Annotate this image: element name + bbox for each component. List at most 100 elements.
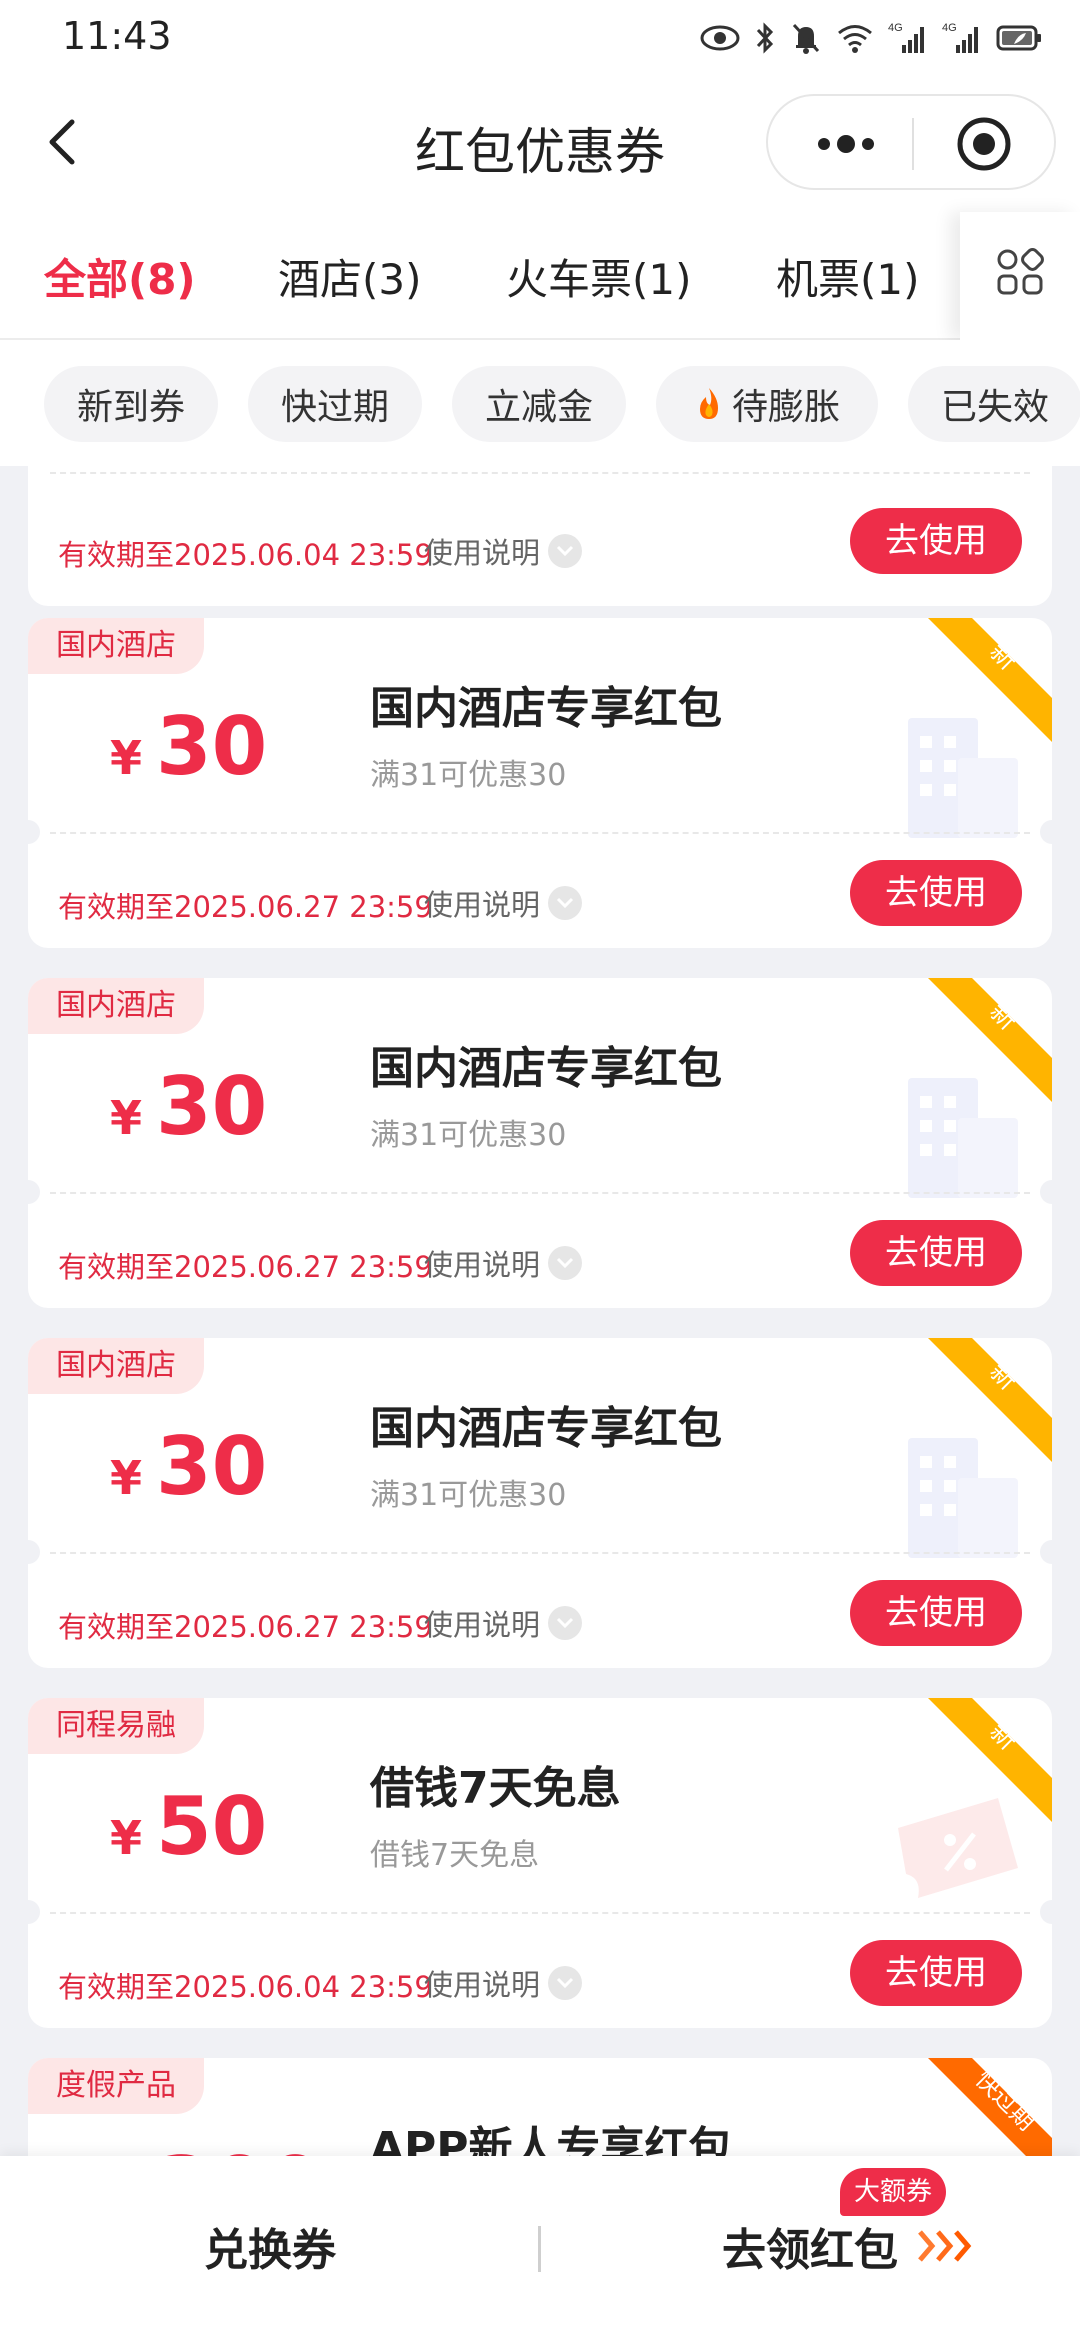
coupon-amount: ¥30 [110,700,267,793]
chevron-down-icon [548,886,583,920]
coupon-list: 有效期至2025.06.04 23:59 使用说明 去使用 国内酒店 ¥30 国… [0,466,1080,2156]
filter-chips: 新到券 快过期 立减金 待膨胀 已失效 [0,340,1080,466]
use-coupon-button[interactable]: 去使用 [850,1580,1022,1646]
card-divider [50,472,1030,474]
chip-expired[interactable]: 已失效 [908,366,1080,442]
amount-value: 300 [156,2140,323,2156]
coupon-condition: 满31可优惠30 [370,1478,567,1513]
chevron-down-icon [548,1606,583,1640]
coupon-expiry: 有效期至2025.06.27 23:59 [58,1250,433,1284]
usage-instructions[interactable]: 使用说明 [424,530,583,572]
amount-value: 30 [156,1060,268,1153]
use-coupon-button[interactable]: 去使用 [850,1220,1022,1286]
currency-symbol: ¥ [110,1811,143,1865]
coupon-category-tag: 同程易融 [28,1698,204,1754]
usage-instructions[interactable]: 使用说明 [424,882,583,924]
capsule-divider [912,118,914,170]
grid-icon [997,248,1044,295]
exchange-coupon-button[interactable]: 兑换券 [0,2214,540,2278]
coupon-amount: ¥30 [110,1420,267,1513]
coupon-condition: 借钱7天免息 [370,1838,540,1873]
miniprogram-capsule [766,94,1056,190]
coupon-category-tag: 度假产品 [28,2058,204,2114]
tab-flight[interactable]: 机票(1) [776,246,920,307]
category-tabs: 全部(8) 酒店(3) 火车票(1) 机票(1) [0,212,1080,340]
ribbon-new: 新 [928,618,1052,742]
coupon-category-tag: 国内酒店 [28,978,204,1034]
ribbon-new: 新 [928,1698,1052,1822]
coupon-card: 度假产品 ¥300 APP新人专享红包 快过期 [28,2058,1052,2156]
card-notch [1040,1540,1052,1564]
coupon-card: 国内酒店 ¥30 国内酒店专享红包 满31可优惠30 新 有效期至2025.06… [28,978,1052,1308]
svg-text:4G: 4G [888,22,903,34]
use-coupon-button[interactable]: 去使用 [850,1940,1022,2006]
card-notch [28,820,40,844]
coupon-amount: ¥50 [110,1780,267,1873]
chip-label: 快过期 [280,387,389,428]
bottom-divider [538,2226,541,2272]
svg-text:4G: 4G [942,22,957,34]
card-notch [1040,1900,1052,1924]
status-icons: 4G 4G [700,18,1042,58]
status-bar: 11:43 4G 4G [0,0,1080,72]
usage-instructions[interactable]: 使用说明 [424,1962,583,2004]
coupon-title: 借钱7天免息 [370,1763,621,1814]
bluetooth-icon [754,21,776,55]
chip-to-expand[interactable]: 待膨胀 [656,366,878,442]
get-red-packet-button[interactable]: 去领红包 [722,2214,898,2278]
usage-label: 使用说明 [424,888,541,922]
chip-label: 新到券 [76,387,185,428]
use-coupon-button[interactable]: 去使用 [850,508,1022,574]
chip-expiring[interactable]: 快过期 [248,366,422,442]
tab-train[interactable]: 火车票(1) [506,246,692,307]
usage-label: 使用说明 [424,1248,541,1282]
battery-icon [996,24,1042,52]
tab-hotel[interactable]: 酒店(3) [278,246,422,307]
coupon-category-tag: 国内酒店 [28,1338,204,1394]
card-notch [1040,1180,1052,1204]
currency-symbol: ¥ [110,731,143,785]
target-icon[interactable] [954,114,1014,174]
coupon-condition: 满31可优惠30 [370,1118,567,1153]
coupon-condition: 满31可优惠30 [370,758,567,793]
chip-label: 待膨胀 [731,387,840,428]
chip-label: 立减金 [484,387,593,428]
currency-symbol: ¥ [110,1451,143,1505]
coupon-title: 国内酒店专享红包 [370,683,722,734]
large-coupon-badge: 大额券 [840,2168,947,2216]
signal-icon-2: 4G [942,21,982,55]
amount-value: 50 [156,1780,268,1873]
chip-label: 已失效 [940,387,1049,428]
coupon-title: APP新人专享红包 [370,2123,733,2156]
wifi-icon [836,22,874,54]
signal-icon: 4G [888,21,928,55]
ribbon-expiring: 快过期 [928,2058,1052,2156]
card-notch [28,1540,40,1564]
usage-label: 使用说明 [424,536,541,570]
eye-icon [700,24,740,52]
bottom-bar: 兑换券 去领红包 大额券 [0,2156,1080,2340]
category-grid-button[interactable] [960,212,1080,340]
chip-instant-discount[interactable]: 立减金 [452,366,626,442]
nav-bar: 红包优惠券 [0,72,1080,212]
card-notch [1040,820,1052,844]
chevron-down-icon [548,1246,583,1280]
tab-all[interactable]: 全部(8) [44,246,196,307]
ribbon-new: 新 [928,1338,1052,1462]
card-notch [28,1900,40,1924]
coupon-expiry: 有效期至2025.06.27 23:59 [58,1610,433,1644]
usage-instructions[interactable]: 使用说明 [424,1242,583,1284]
chevron-down-icon [548,1966,583,2000]
usage-label: 使用说明 [424,1608,541,1642]
ribbon-new: 新 [928,978,1052,1102]
coupon-title: 国内酒店专享红包 [370,1043,722,1094]
triple-chevron-right-icon [918,2230,972,2262]
coupon-category-tag: 国内酒店 [28,618,204,674]
amount-value: 30 [156,1420,268,1513]
use-coupon-button[interactable]: 去使用 [850,860,1022,926]
fire-icon [699,388,718,419]
more-dots-icon[interactable] [800,116,892,172]
chip-new[interactable]: 新到券 [44,366,218,442]
usage-instructions[interactable]: 使用说明 [424,1602,583,1644]
card-divider [50,1912,1030,1914]
